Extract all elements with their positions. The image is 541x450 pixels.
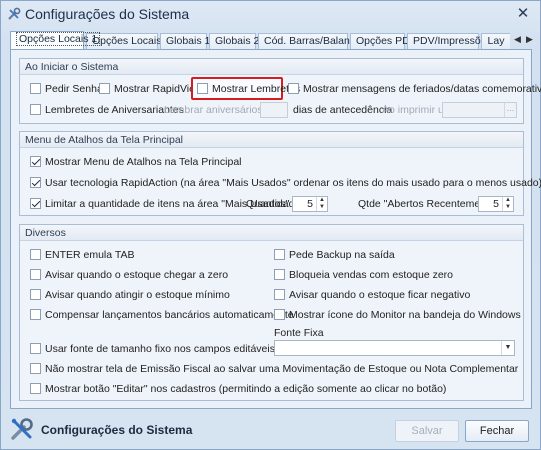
checkbox-box[interactable] bbox=[30, 197, 41, 209]
tab-cod-barras-balanca[interactable]: Cód. Barras/Balança bbox=[258, 33, 361, 49]
checkbox-bloqueia-vendas[interactable]: Bloqueia vendas com estoque zero bbox=[274, 268, 453, 282]
chevron-down-icon[interactable]: ▼ bbox=[501, 341, 514, 355]
checkbox-enter-emula-tab[interactable]: ENTER emula TAB bbox=[30, 248, 134, 262]
qtde-abertos-value: 5 bbox=[493, 198, 499, 210]
checkbox-box[interactable] bbox=[274, 268, 285, 280]
stepper-arrows-icon[interactable]: ▲ ▼ bbox=[316, 197, 327, 211]
quantidade-value: 5 bbox=[307, 198, 313, 210]
checkbox-box[interactable] bbox=[274, 248, 285, 260]
checkbox-box[interactable] bbox=[30, 308, 41, 320]
checkbox-usar-fonte-fixa[interactable]: Usar fonte de tamanho fixo nos campos ed… bbox=[30, 342, 275, 356]
checkbox-box[interactable] bbox=[197, 82, 208, 94]
fonte-fixa-select[interactable]: ▼ bbox=[274, 340, 515, 356]
checkbox-box[interactable] bbox=[30, 342, 41, 354]
tab-pdv-impressoes[interactable]: PDV/Impressões bbox=[407, 33, 492, 49]
checkbox-pedir-senha[interactable]: Pedir Senha bbox=[30, 82, 103, 96]
tools-icon bbox=[11, 418, 33, 440]
dias-antecedencia-field[interactable] bbox=[260, 102, 288, 118]
checkbox-box[interactable] bbox=[288, 82, 299, 94]
checkbox-mostrar-lembretes[interactable]: Mostrar Lembretes bbox=[197, 82, 300, 96]
checkbox-box[interactable] bbox=[30, 103, 41, 115]
checkbox-box[interactable] bbox=[274, 288, 285, 300]
checkbox-box[interactable] bbox=[30, 362, 41, 374]
checkbox-label: Bloqueia vendas com estoque zero bbox=[289, 269, 454, 281]
checkbox-mostrar-botao-editar[interactable]: Mostrar botão "Editar" nos cadastros (pe… bbox=[30, 382, 446, 396]
stepper-arrows-icon[interactable]: ▲ ▼ bbox=[502, 197, 513, 211]
group-header-menu-atalhos: Menu de Atalhos da Tela Principal bbox=[20, 132, 523, 148]
tab-globais-1[interactable]: Globais 1 bbox=[160, 33, 210, 49]
settings-window: Configurações do Sistema ✕ Opções Locais… bbox=[0, 0, 541, 450]
checkbox-label: Avisar quando atingir o estoque mínimo bbox=[45, 289, 230, 301]
checkbox-pede-backup[interactable]: Pede Backup na saída bbox=[274, 248, 395, 262]
group-header-diversos: Diversos bbox=[20, 225, 523, 241]
checkbox-label: Pedir Senha bbox=[45, 83, 103, 95]
checkbox-box[interactable] bbox=[30, 268, 41, 280]
checkbox-label: Avisar quando o estoque ficar negativo bbox=[289, 289, 471, 301]
checkbox-box[interactable] bbox=[30, 248, 41, 260]
footer-bar: Configurações do Sistema Salvar Fechar bbox=[1, 411, 540, 449]
checkbox-usar-rapidaction[interactable]: Usar tecnologia RapidAction (na área "Ma… bbox=[30, 176, 541, 190]
checkbox-box[interactable] bbox=[30, 176, 41, 188]
checkbox-label: Usar tecnologia RapidAction (na área "Ma… bbox=[45, 177, 541, 189]
tab-strip: Opções Locais 1 Opções Locais 2 Globais … bbox=[10, 31, 510, 49]
checkbox-label: Mostrar mensagens de feriados/datas come… bbox=[303, 83, 541, 95]
checkbox-avisar-estoque-negativo[interactable]: Avisar quando o estoque ficar negativo bbox=[274, 288, 470, 302]
checkbox-label: ENTER emula TAB bbox=[45, 249, 135, 261]
tab-lay[interactable]: Lay bbox=[481, 33, 510, 49]
checkbox-box[interactable] bbox=[99, 82, 110, 94]
checkbox-label: Mostrar Lembretes bbox=[212, 83, 301, 95]
checkbox-box[interactable] bbox=[30, 82, 41, 94]
checkbox-label: Não mostrar tela de Emissão Fiscal ao sa… bbox=[45, 363, 519, 375]
title-bar: Configurações do Sistema ✕ bbox=[1, 1, 540, 29]
group-menu-atalhos: Menu de Atalhos da Tela Principal Mostra… bbox=[19, 131, 541, 216]
checkbox-label: Pede Backup na saída bbox=[289, 249, 395, 261]
tools-icon bbox=[8, 7, 21, 20]
checkbox-label: Mostrar botão "Editar" nos cadastros (pe… bbox=[45, 383, 447, 395]
tab-opcoes-pdv[interactable]: Opções PDV bbox=[350, 33, 417, 49]
tab-content: Ao Iniciar o Sistema Pedir Senha Mostrar… bbox=[10, 49, 541, 409]
ellipsis-button[interactable]: … bbox=[504, 103, 516, 117]
ao-imprimir-usar-field[interactable]: … bbox=[442, 102, 517, 118]
checkbox-label: Usar fonte de tamanho fixo nos campos ed… bbox=[45, 343, 275, 355]
group-header-ao-iniciar: Ao Iniciar o Sistema bbox=[20, 59, 523, 75]
checkbox-compensar-lancamentos[interactable]: Compensar lançamentos bancários automati… bbox=[30, 308, 294, 322]
label-dias-antecedencia: dias de antecedência bbox=[293, 104, 393, 116]
checkbox-avisar-estoque-zero[interactable]: Avisar quando o estoque chegar a zero bbox=[30, 268, 228, 282]
checkbox-box[interactable] bbox=[30, 382, 41, 394]
checkbox-avisar-estoque-minimo[interactable]: Avisar quando atingir o estoque mínimo bbox=[30, 288, 230, 302]
checkbox-mostrar-feriados[interactable]: Mostrar mensagens de feriados/datas come… bbox=[288, 82, 541, 96]
checkbox-box[interactable] bbox=[30, 155, 41, 167]
fechar-button[interactable]: Fechar bbox=[465, 420, 529, 442]
qtde-abertos-stepper[interactable]: 5 ▲ ▼ bbox=[478, 196, 514, 212]
checkbox-box[interactable] bbox=[274, 308, 285, 320]
checkbox-lembretes-aniversariantes[interactable]: Lembretes de Aniversariantes bbox=[30, 103, 184, 117]
checkbox-nao-mostrar-emissao[interactable]: Não mostrar tela de Emissão Fiscal ao sa… bbox=[30, 362, 518, 376]
label-fonte-fixa: Fonte Fixa bbox=[274, 327, 324, 339]
tab-opcoes-locais-1[interactable]: Opções Locais 1 bbox=[10, 31, 101, 49]
close-button[interactable]: ✕ bbox=[514, 5, 532, 23]
checkbox-label: Avisar quando o estoque chegar a zero bbox=[45, 269, 229, 281]
salvar-button[interactable]: Salvar bbox=[395, 420, 459, 442]
checkbox-label: Mostrar ícone do Monitor na bandeja do W… bbox=[289, 309, 521, 321]
window-title: Configurações do Sistema bbox=[25, 6, 190, 22]
group-ao-iniciar: Ao Iniciar o Sistema Pedir Senha Mostrar… bbox=[19, 58, 541, 124]
checkbox-label: Mostrar Menu de Atalhos na Tela Principa… bbox=[45, 156, 242, 168]
checkbox-label: Mostrar RapidView bbox=[114, 83, 203, 95]
group-diversos: Diversos ENTER emula TAB Pede Backup na … bbox=[19, 224, 524, 401]
checkbox-mostrar-rapidview[interactable]: Mostrar RapidView bbox=[99, 82, 203, 96]
checkbox-label: Compensar lançamentos bancários automati… bbox=[45, 309, 294, 321]
checkbox-box[interactable] bbox=[30, 288, 41, 300]
checkbox-mostrar-menu-atalhos[interactable]: Mostrar Menu de Atalhos na Tela Principa… bbox=[30, 155, 242, 169]
checkbox-mostrar-icone-monitor[interactable]: Mostrar ícone do Monitor na bandeja do W… bbox=[274, 308, 521, 322]
tab-scroll-right-icon[interactable]: ▶ bbox=[523, 33, 536, 46]
footer-title: Configurações do Sistema bbox=[41, 423, 193, 437]
tab-globais-2[interactable]: Globais 2 bbox=[209, 33, 259, 49]
quantidade-stepper[interactable]: 5 ▲ ▼ bbox=[292, 196, 328, 212]
